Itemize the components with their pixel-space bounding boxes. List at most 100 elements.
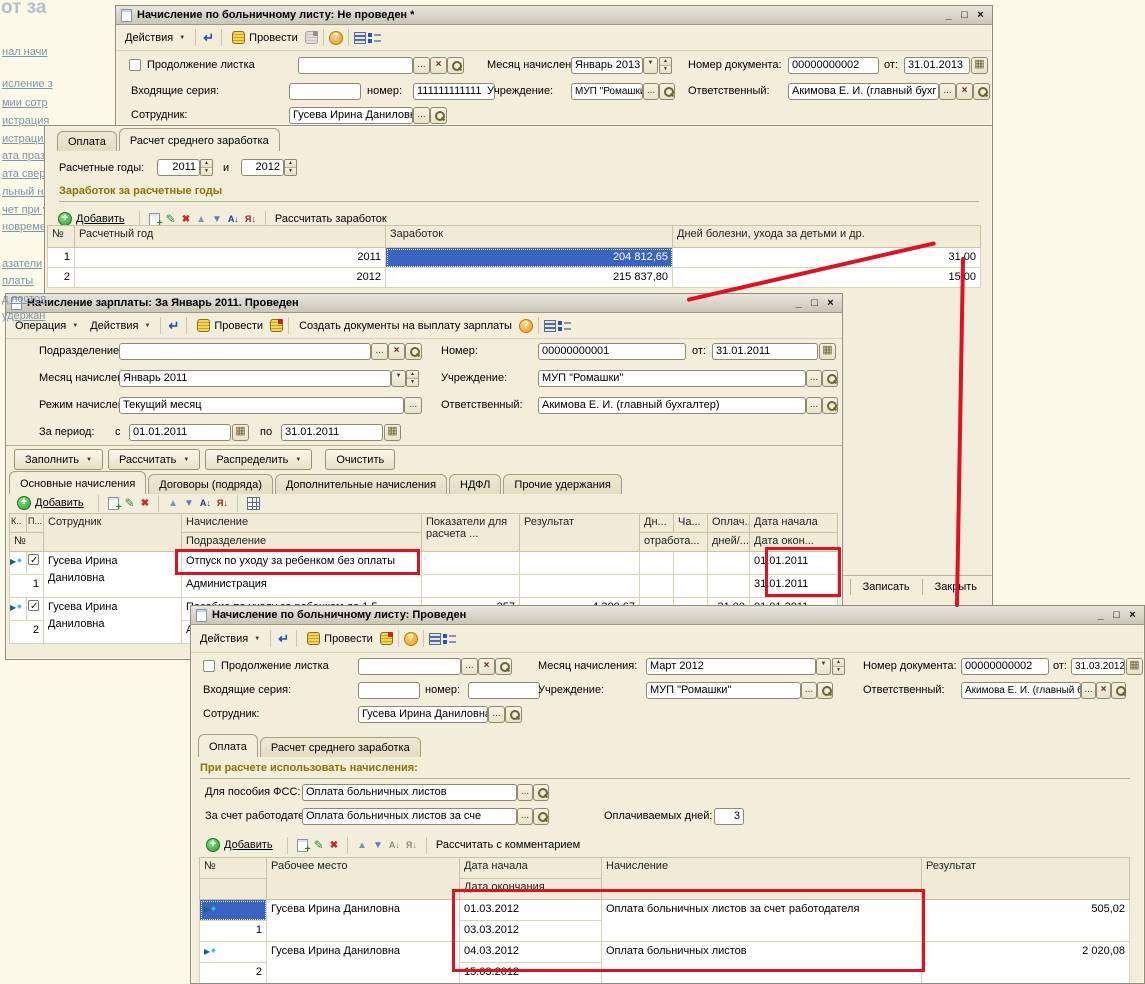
help-icon[interactable] [329,31,343,45]
continuation-checkbox[interactable] [203,660,215,672]
col-year[interactable]: Расчетный год [75,226,386,248]
clear-button[interactable]: Очистить [325,449,395,470]
ellipsis-button[interactable] [939,83,956,100]
sort-desc-icon[interactable] [245,213,256,225]
save-close-icon[interactable] [201,30,216,46]
ellipsis-button[interactable] [413,107,430,124]
col-date-end[interactable]: Дата окончания [460,879,602,900]
lookup-icon[interactable] [817,682,833,699]
table-row[interactable]: Гусева Ирина Даниловна 01.03.2012 Оплата… [200,900,1130,921]
lookup-icon[interactable] [533,784,549,801]
lookup-icon[interactable] [822,370,838,387]
settings-list-icon[interactable] [558,320,571,332]
dept-field[interactable] [119,343,371,360]
paid-days-field[interactable]: 3 [714,808,744,825]
col-date-start[interactable]: Дата начала [750,514,838,533]
mode-field[interactable]: Текущий месяц [119,397,404,414]
number-field[interactable] [468,682,540,699]
clear-button[interactable] [1096,682,1111,699]
month-field[interactable]: Март 2012 [646,658,816,675]
titlebar[interactable]: Начисление зарплаты: За Январь 2011. Про… [6,294,842,313]
lookup-icon[interactable] [430,107,447,124]
col-num[interactable]: № [48,226,75,248]
fss-field[interactable]: Оплата больничных листов [302,784,517,801]
year1-spinner[interactable]: ▲▼ [200,159,213,176]
calculate-button[interactable]: Рассчитать [108,449,200,470]
ellipsis-button[interactable] [806,397,822,414]
lookup-icon[interactable] [973,83,990,100]
col-worked[interactable]: отработа... [640,533,708,552]
calendar-icon[interactable] [1126,658,1143,675]
calendar-icon[interactable] [232,424,249,441]
add-row-button[interactable]: Добавить [201,836,278,854]
actions-menu-button[interactable]: Действия [195,631,265,647]
sort-asc-icon[interactable] [389,839,400,851]
calc-with-comment-button[interactable]: Рассчитать с комментарием [436,839,580,851]
tab-ndfl[interactable]: НДФЛ [449,474,501,494]
dropdown-icon[interactable] [643,57,658,74]
maximize-icon[interactable] [1110,609,1123,621]
post-button[interactable]: Провести [192,317,268,334]
minimize-icon[interactable] [792,297,805,309]
help-icon[interactable] [519,319,533,333]
edit-row-icon[interactable] [314,838,324,852]
copy-row-icon[interactable] [297,839,308,852]
tab-payment[interactable]: Оплата [198,734,258,757]
doc-date-field[interactable]: 31.03.2012 [1071,658,1125,675]
series-field[interactable] [358,682,420,699]
minimize-icon[interactable] [1094,609,1107,621]
move-up-icon[interactable] [168,497,178,509]
post-button[interactable]: Провести [302,630,378,647]
col-earnings[interactable]: Заработок [386,226,673,248]
close-icon[interactable] [824,297,837,309]
tab-average-earnings[interactable]: Расчет среднего заработка [119,128,280,151]
lookup-icon[interactable] [533,808,549,825]
lookup-icon[interactable] [447,57,464,74]
delete-row-icon[interactable] [182,213,190,225]
org-field[interactable]: МУП "Ромашки" [571,83,643,100]
org-field[interactable]: МУП "Ромашки" [538,370,806,387]
structure-icon[interactable] [429,633,441,645]
month-spinner[interactable]: ▲▼ [832,658,845,675]
continuation-field[interactable] [358,658,461,675]
col-accrual[interactable]: Начисление [602,858,922,900]
month-field[interactable]: Январь 2011 [119,370,391,387]
col-flag[interactable]: П... [27,514,44,533]
maximize-icon[interactable] [808,297,821,309]
lookup-icon[interactable] [405,343,422,360]
month-spinner[interactable]: ▲▼ [406,370,419,387]
copy-row-icon[interactable] [149,213,160,226]
num-field[interactable]: 00000000001 [538,343,686,360]
help-icon[interactable] [404,632,418,646]
distribute-button[interactable]: Распределить [205,449,312,470]
titlebar[interactable]: Начисление по больничному листу: Не пров… [116,6,992,25]
ellipsis-button[interactable] [517,784,533,801]
year2-field[interactable]: 2012 [241,159,284,176]
sidebar-link[interactable]: д постоя [2,293,46,305]
tab-contracts[interactable]: Договоры (подряда) [148,474,273,494]
sort-asc-icon[interactable] [200,497,211,509]
col-hours[interactable]: Ча... [674,514,708,533]
sidebar-link[interactable]: истрация [2,115,49,127]
post-button[interactable]: Провести [227,29,303,46]
col-days[interactable]: Дн... [640,514,674,533]
dropdown-icon[interactable] [391,370,406,387]
dropdown-icon[interactable] [816,658,831,675]
lookup-icon[interactable] [659,83,675,100]
undo-post-icon[interactable] [380,632,393,645]
sidebar-link[interactable]: азатели [2,258,42,270]
calendar-icon[interactable] [819,343,836,360]
ellipsis-button[interactable] [371,343,388,360]
docnum-field[interactable]: 00000000002 [788,57,879,74]
undo-post-icon[interactable] [270,319,283,332]
save-close-icon[interactable] [166,318,181,334]
move-up-icon[interactable] [196,213,206,225]
add-row-button[interactable]: Добавить [12,494,89,512]
lookup-icon[interactable] [495,658,512,675]
ellipsis-button[interactable] [517,808,533,825]
edit-row-icon[interactable] [125,496,135,510]
col-indicators[interactable]: Показатели для расчета ... [422,514,520,552]
ellipsis-button[interactable] [643,83,659,100]
col-result[interactable]: Результат [520,514,640,552]
year1-field[interactable]: 2011 [157,159,200,176]
